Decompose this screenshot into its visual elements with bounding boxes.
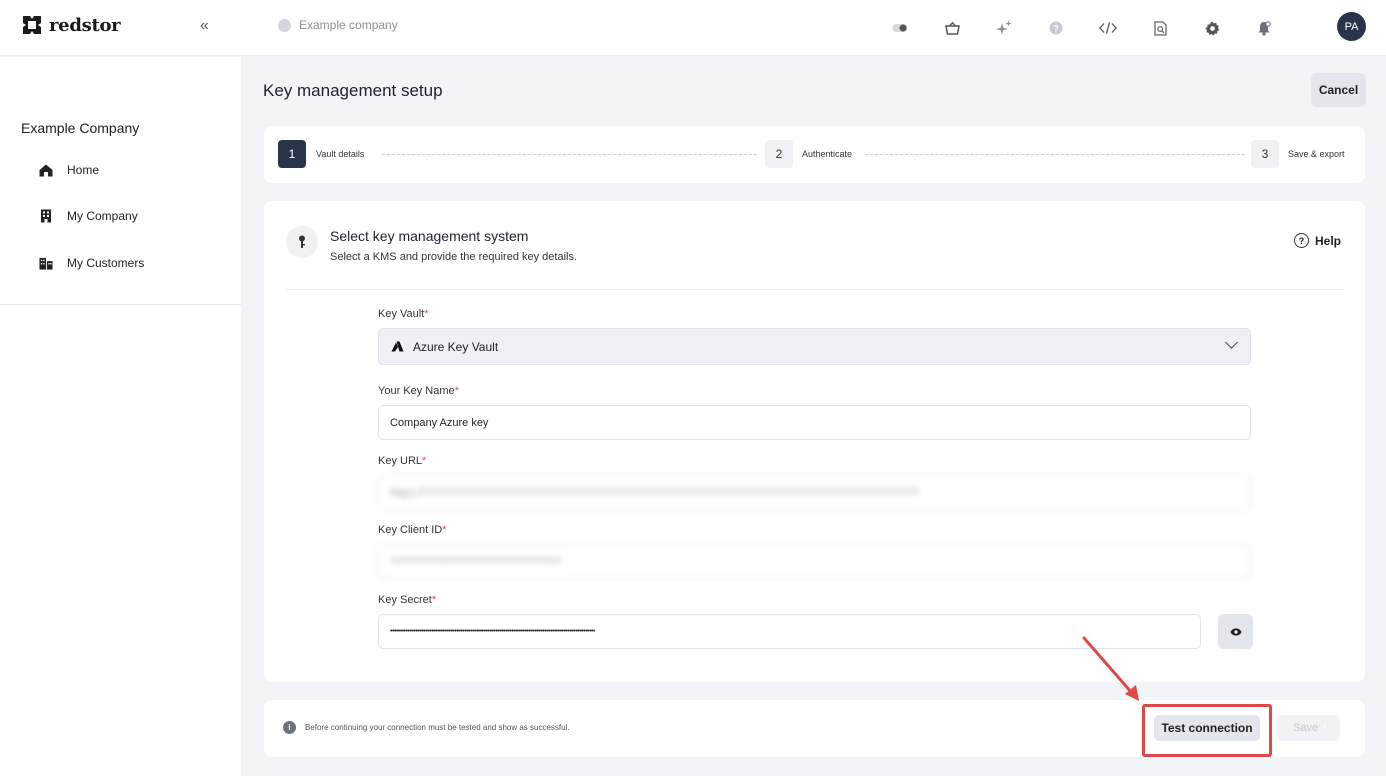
save-label: Save — [1293, 722, 1319, 734]
help-link[interactable]: ? Help — [1294, 233, 1341, 248]
eye-icon — [1230, 628, 1241, 635]
brand-name: redstor — [49, 14, 121, 36]
info-icon: i — [283, 721, 296, 734]
question-circle-icon: ? — [1294, 233, 1309, 248]
brand-logo[interactable]: redstor — [21, 14, 121, 36]
code-icon[interactable] — [1082, 17, 1134, 39]
kms-form-card: Select key management system Select a KM… — [264, 201, 1365, 682]
search-document-icon[interactable] — [1134, 17, 1186, 39]
sidebar-item-label: My Customers — [67, 256, 145, 270]
card-title: Select key management system — [330, 228, 529, 244]
company-dot-icon — [278, 18, 291, 32]
company-name: Example company — [299, 18, 398, 32]
step-3-label: Save & export — [1288, 149, 1345, 159]
user-avatar[interactable]: PA — [1337, 12, 1366, 41]
key-vault-selected: Azure Key Vault — [391, 340, 498, 354]
save-button[interactable]: Save › — [1277, 715, 1340, 741]
card-divider — [286, 289, 1343, 290]
buildings-icon — [39, 256, 53, 270]
key-name-label: Your Key Name* — [378, 385, 459, 397]
redstor-logo-icon — [23, 16, 41, 34]
key-vault-value: Azure Key Vault — [413, 339, 499, 354]
card-subtitle: Select a KMS and provide the required ke… — [330, 251, 578, 263]
help-label: Help — [1315, 233, 1342, 248]
step-connector — [382, 154, 757, 155]
show-secret-button[interactable] — [1218, 614, 1253, 649]
sidebar-company-title: Example Company — [21, 120, 140, 136]
step-3-number[interactable]: 3 — [1251, 140, 1279, 168]
sparkle-icon[interactable] — [978, 17, 1030, 39]
toggle-icon[interactable] — [874, 17, 926, 39]
page-title: Key management setup — [263, 81, 443, 100]
svg-text:?: ? — [1053, 24, 1059, 34]
help-icon[interactable]: ? — [1030, 17, 1082, 39]
top-icon-bar: ? — [874, 17, 1290, 39]
sidebar-item-label: My Company — [67, 209, 138, 223]
key-name-input[interactable] — [378, 405, 1251, 440]
sidebar-item-my-customers[interactable]: My Customers — [39, 256, 144, 270]
step-connector — [865, 154, 1245, 155]
step-2-number[interactable]: 2 — [765, 140, 793, 168]
key-url-label: Key URL* — [378, 455, 427, 467]
sidebar: Example Company Home My Company My Custo… — [0, 57, 241, 776]
azure-icon — [391, 341, 404, 352]
sidebar-item-label: Home — [67, 163, 100, 177]
step-1-label: Vault details — [316, 149, 365, 159]
key-icon — [286, 226, 318, 258]
key-vault-label: Key Vault* — [378, 308, 429, 320]
chevron-right-icon: › — [1323, 721, 1327, 733]
key-client-id-label: Key Client ID* — [378, 524, 447, 536]
notification-bell-icon[interactable] — [1238, 17, 1290, 39]
stepper: 1 Vault details 2 Authenticate 3 Save & … — [264, 126, 1365, 183]
step-1-number[interactable]: 1 — [278, 140, 306, 168]
basket-icon[interactable] — [926, 17, 978, 39]
sidebar-item-home[interactable]: Home — [39, 163, 99, 177]
top-bar: redstor « Example company ? PA — [0, 0, 1386, 56]
gear-icon[interactable] — [1186, 17, 1238, 39]
building-icon — [39, 209, 53, 223]
home-icon — [39, 163, 53, 177]
key-client-id-input[interactable] — [378, 544, 1251, 579]
footer-note: Before continuing your connection must b… — [305, 723, 570, 732]
chevron-down-icon — [1225, 336, 1238, 349]
sidebar-divider — [0, 304, 241, 305]
company-switcher[interactable]: Example company — [278, 18, 398, 32]
key-url-input[interactable] — [378, 475, 1251, 510]
collapse-sidebar-icon[interactable]: « — [200, 17, 209, 35]
sidebar-item-my-company[interactable]: My Company — [39, 209, 138, 223]
annotation-arrow-icon — [1082, 636, 1139, 701]
key-vault-select[interactable]: Azure Key Vault — [378, 328, 1251, 365]
cancel-button[interactable]: Cancel — [1311, 73, 1366, 107]
key-secret-label: Key Secret* — [378, 594, 437, 606]
annotation-highlight-box — [1142, 704, 1272, 757]
step-2-label: Authenticate — [802, 149, 853, 159]
